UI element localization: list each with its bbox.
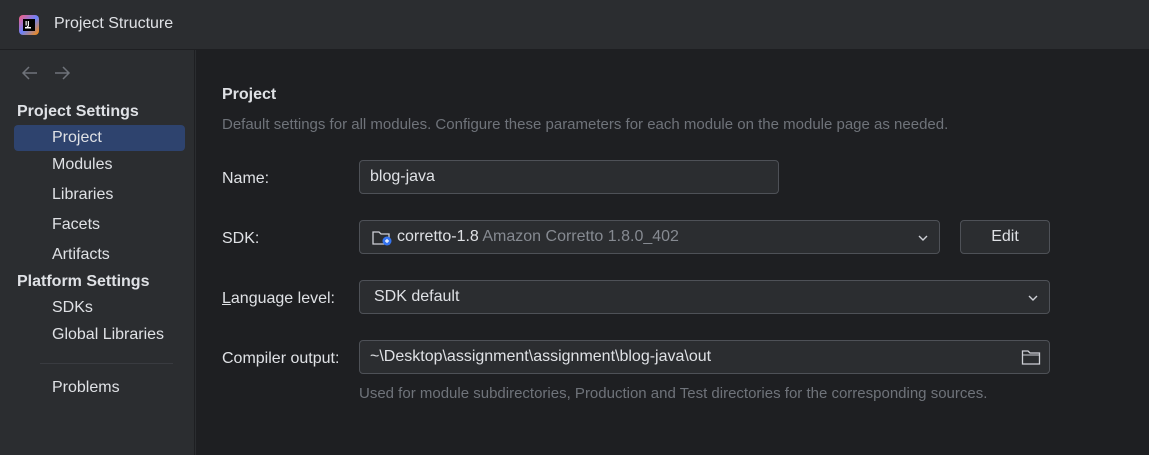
edit-sdk-button[interactable]: Edit (960, 220, 1050, 254)
sdk-folder-icon (372, 231, 392, 246)
svg-text:IJ: IJ (25, 21, 29, 28)
sdk-label: SDK: (222, 230, 260, 247)
sidebar-item-modules[interactable]: Modules (14, 152, 185, 178)
arrow-left-icon[interactable] (20, 63, 40, 83)
intellij-idea-logo-icon: IJ (19, 15, 39, 35)
compiler-output-hint: Used for module subdirectories, Producti… (359, 385, 988, 402)
sidebar-divider (40, 363, 173, 364)
sidebar-item-artifacts[interactable]: Artifacts (14, 242, 185, 268)
language-level-label: Language level: (222, 290, 335, 308)
platform-settings-header: Platform Settings (17, 273, 150, 290)
sidebar: Project Settings Project Modules Librari… (0, 50, 195, 455)
language-level-value: SDK default (374, 288, 460, 305)
page-description: Default settings for all modules. Config… (222, 116, 949, 133)
compiler-output-value: ~\Desktop\assignment\assignment\blog-jav… (370, 348, 712, 365)
window-title: Project Structure (54, 15, 174, 32)
sdk-detail: Amazon Corretto 1.8.0_402 (482, 228, 679, 245)
main-panel: Project Default settings for all modules… (196, 50, 1149, 455)
sidebar-item-project[interactable]: Project (14, 125, 185, 151)
chevron-down-icon (918, 235, 928, 241)
sidebar-item-problems[interactable]: Problems (14, 375, 185, 401)
sidebar-item-facets[interactable]: Facets (14, 212, 185, 238)
language-level-dropdown[interactable]: SDK default (359, 280, 1050, 314)
title-bar: IJ Project Structure (0, 0, 1149, 50)
compiler-output-label: Compiler output: (222, 350, 340, 367)
name-label: Name: (222, 170, 270, 187)
chevron-down-icon (1028, 295, 1038, 301)
project-settings-header: Project Settings (17, 103, 139, 120)
page-title: Project (222, 86, 277, 103)
language-level-mnemonic: L (222, 290, 231, 307)
sdk-dropdown[interactable]: corretto-1.8 Amazon Corretto 1.8.0_402 (359, 220, 940, 254)
name-field-value: blog-java (370, 168, 435, 185)
arrow-right-icon[interactable] (52, 63, 72, 83)
compiler-output-field[interactable]: ~\Desktop\assignment\assignment\blog-jav… (359, 340, 1050, 374)
sidebar-item-sdks[interactable]: SDKs (14, 295, 185, 321)
sidebar-item-libraries[interactable]: Libraries (14, 182, 185, 208)
name-field[interactable]: blog-java (359, 160, 779, 194)
language-level-label-rest: anguage level: (230, 290, 335, 307)
sdk-name: corretto-1.8 (397, 228, 479, 245)
sidebar-item-global-libraries[interactable]: Global Libraries (14, 322, 185, 348)
browse-folder-icon[interactable] (1021, 349, 1041, 366)
